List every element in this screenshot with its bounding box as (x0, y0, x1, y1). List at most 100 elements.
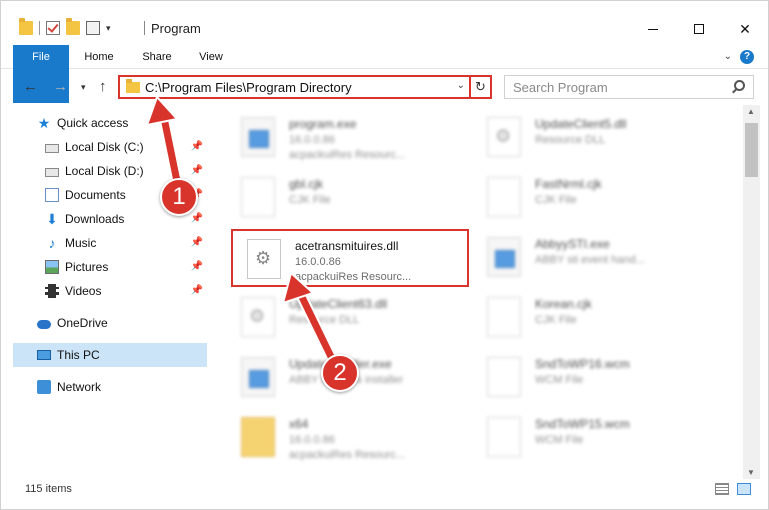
file-list: program.exe 16.0.0.86 acpackuiRes Resour… (219, 105, 743, 475)
file-name: program.exe (289, 117, 357, 131)
file-meta: CJK File (535, 194, 577, 206)
sidebar-item-network[interactable]: Network (13, 375, 207, 399)
scroll-up-icon[interactable]: ▲ (747, 107, 755, 116)
back-arrow-icon[interactable]: ← (23, 78, 38, 95)
close-icon: ✕ (739, 20, 751, 37)
quick-access-toolbar: ▾ (19, 18, 111, 37)
maximize-button[interactable] (676, 15, 722, 43)
details-view-icon[interactable] (715, 483, 729, 495)
pin-icon[interactable]: 📌 (191, 285, 203, 296)
refresh-icon: ↻ (475, 79, 486, 94)
pictures-icon (45, 260, 59, 274)
list-item[interactable]: UpdateClient5.dll Resource DLL (473, 109, 713, 167)
documents-icon (45, 188, 59, 202)
list-item[interactable]: UpdateClient63.dll Resource DLL (227, 289, 467, 347)
sidebar-item-label: Pictures (65, 260, 109, 274)
disk-icon (45, 168, 59, 177)
dll-file-icon (241, 297, 275, 337)
item-count: 115 items (25, 483, 72, 495)
vertical-scrollbar[interactable]: ▲ ▼ (743, 105, 760, 479)
sidebar-item-music[interactable]: ♪ Music 📌 (13, 231, 207, 255)
address-bar[interactable]: C:\Program Files\Program Directory ⌄ (118, 75, 471, 99)
sidebar-item-label: Documents (65, 188, 126, 202)
navigation-bar: ← → ▾ ↑ C:\Program Files\Program Directo… (1, 72, 768, 102)
sidebar-item-pictures[interactable]: Pictures 📌 (13, 255, 207, 279)
refresh-button[interactable]: ↻ (471, 75, 492, 99)
recent-locations-icon[interactable]: ▾ (81, 82, 86, 93)
scrollbar-thumb[interactable] (745, 123, 758, 177)
pin-icon[interactable]: 📌 (191, 261, 203, 272)
sidebar-item-this-pc[interactable]: This PC (13, 343, 207, 367)
chevron-down-icon[interactable]: ⌄ (457, 80, 465, 91)
up-arrow-icon[interactable]: ↑ (99, 78, 107, 95)
toolbar-dropdown-icon[interactable]: ▾ (106, 23, 111, 34)
window-controls: ✕ (630, 15, 768, 43)
file-meta: ABBY sti event hand... (535, 254, 645, 266)
file-name: gbl.cjk (289, 177, 324, 191)
search-input[interactable] (513, 77, 723, 97)
sidebar-item-onedrive[interactable]: OneDrive (13, 311, 207, 335)
file-icon (241, 177, 275, 217)
close-button[interactable]: ✕ (722, 15, 768, 43)
exe-file-icon (241, 357, 275, 397)
sidebar-item-label: Local Disk (D:) (65, 164, 144, 178)
list-item[interactable]: program.exe 16.0.0.86 acpackuiRes Resour… (227, 109, 467, 167)
file-name: Korean.cjk (535, 297, 592, 311)
view-options-icon[interactable] (86, 21, 100, 35)
explorer-window: ▾ Program ✕ File Home Share View ⌄ ? ← →… (0, 0, 769, 510)
divider (39, 21, 40, 35)
list-item[interactable]: AbbyySTI.exe ABBY sti event hand... (473, 229, 713, 287)
list-item[interactable]: FastNrml.cjk CJK File (473, 169, 713, 227)
new-folder-icon[interactable] (66, 18, 80, 35)
disk-icon (45, 144, 59, 153)
large-icons-view-icon[interactable] (737, 483, 751, 495)
sidebar-item-label: Network (57, 380, 102, 394)
tab-share[interactable]: Share (137, 45, 177, 69)
expand-ribbon-icon[interactable]: ⌄ (724, 51, 732, 62)
minimize-button[interactable] (630, 15, 676, 43)
pin-icon[interactable]: 📌 (191, 213, 203, 224)
list-item[interactable]: gbl.cjk CJK File (227, 169, 467, 227)
sidebar-item-label: This PC (57, 348, 100, 362)
tab-view[interactable]: View (193, 45, 229, 69)
file-meta: WCM File (535, 374, 584, 386)
file-meta: 16.0.0.86 (289, 434, 335, 446)
file-name: UpdateClient63.dll (289, 297, 388, 311)
title-bar: ▾ Program ✕ (1, 1, 768, 43)
navigation-pane: ★ Quick access Local Disk (C:) 📌 Local D… (13, 109, 207, 475)
sidebar-item-videos[interactable]: Videos 📌 (13, 279, 207, 303)
folder-icon (241, 417, 275, 457)
file-name: SndToWP15.wcm (535, 417, 630, 431)
list-item[interactable]: Korean.cjk CJK File (473, 289, 713, 347)
search-box[interactable] (504, 75, 754, 99)
pin-icon[interactable]: 📌 (191, 165, 203, 176)
scroll-down-icon[interactable]: ▼ (747, 468, 755, 477)
pin-icon[interactable]: 📌 (191, 237, 203, 248)
dll-file-icon (487, 117, 521, 157)
list-item[interactable]: SndToWP15.wcm WCM File (473, 409, 713, 467)
forward-arrow-icon[interactable]: → (53, 78, 68, 95)
maximize-icon (694, 24, 704, 34)
file-meta: Resource DLL (289, 314, 360, 326)
file-name: x64 (289, 417, 309, 431)
list-item[interactable]: x64 16.0.0.86 acpackuiRes Resourc... (227, 409, 467, 467)
tab-home[interactable]: Home (79, 45, 119, 69)
annotation-badge-1: 1 (160, 178, 198, 216)
address-path[interactable]: C:\Program Files\Program Directory (145, 80, 352, 95)
sidebar-item-label: Local Disk (C:) (65, 140, 144, 154)
properties-check-icon[interactable] (46, 21, 60, 35)
folder-icon[interactable] (19, 18, 33, 35)
list-item-selected-file[interactable]: acetransmituires.dll 16.0.0.86 acpackuiR… (231, 229, 469, 287)
network-icon (37, 380, 51, 394)
onedrive-icon (37, 320, 51, 329)
videos-icon (45, 284, 59, 298)
sidebar-item-quick-access[interactable]: ★ Quick access (13, 111, 207, 135)
pin-icon[interactable]: 📌 (191, 141, 203, 152)
list-item[interactable]: SndToWP16.wcm WCM File (473, 349, 713, 407)
window-title: Program (151, 21, 201, 36)
file-meta: WCM File (535, 434, 584, 446)
sidebar-item-local-disk-c[interactable]: Local Disk (C:) 📌 (13, 135, 207, 159)
file-name: SndToWP16.wcm (535, 357, 630, 371)
help-icon[interactable]: ? (740, 50, 754, 64)
file-meta: acpackuiRes Resourc... (289, 149, 406, 161)
